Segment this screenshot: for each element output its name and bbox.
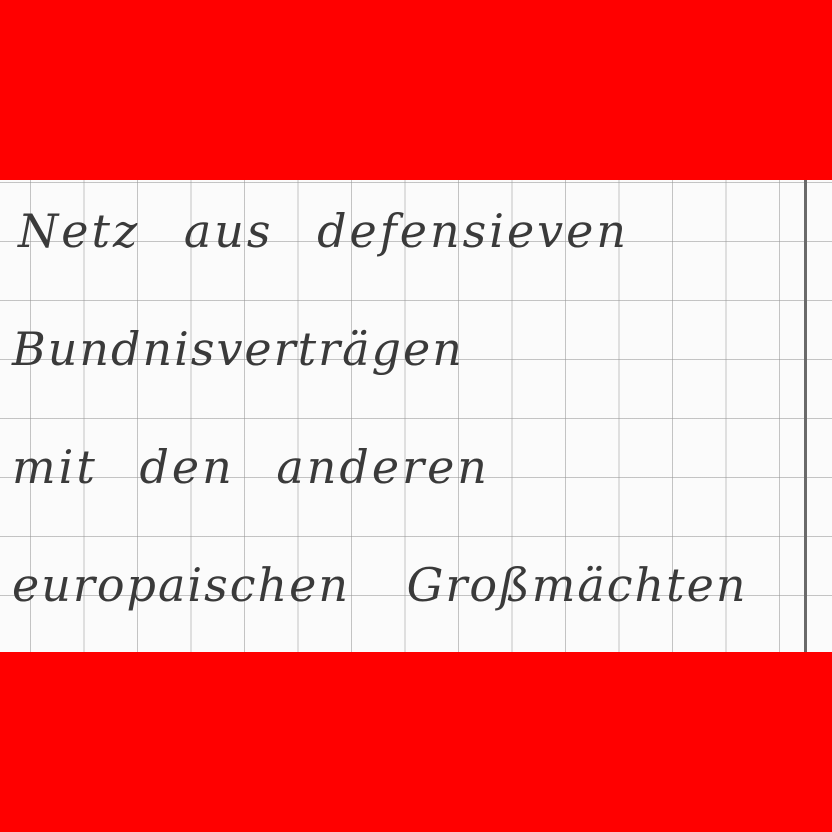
- handwritten-line-1: Netz aus defensieven: [18, 204, 630, 258]
- margin-rule: [804, 180, 807, 652]
- handwritten-line-2: Bundnisverträgen: [12, 322, 464, 376]
- grid-paper-sheet: Netz aus defensieven Bundnisverträgen mi…: [0, 180, 832, 652]
- top-red-band: [0, 0, 832, 180]
- handwritten-line-4: europaischen Großmächten: [12, 558, 748, 612]
- bottom-red-band: [0, 652, 832, 832]
- handwritten-line-3: mit den anderen: [12, 440, 490, 494]
